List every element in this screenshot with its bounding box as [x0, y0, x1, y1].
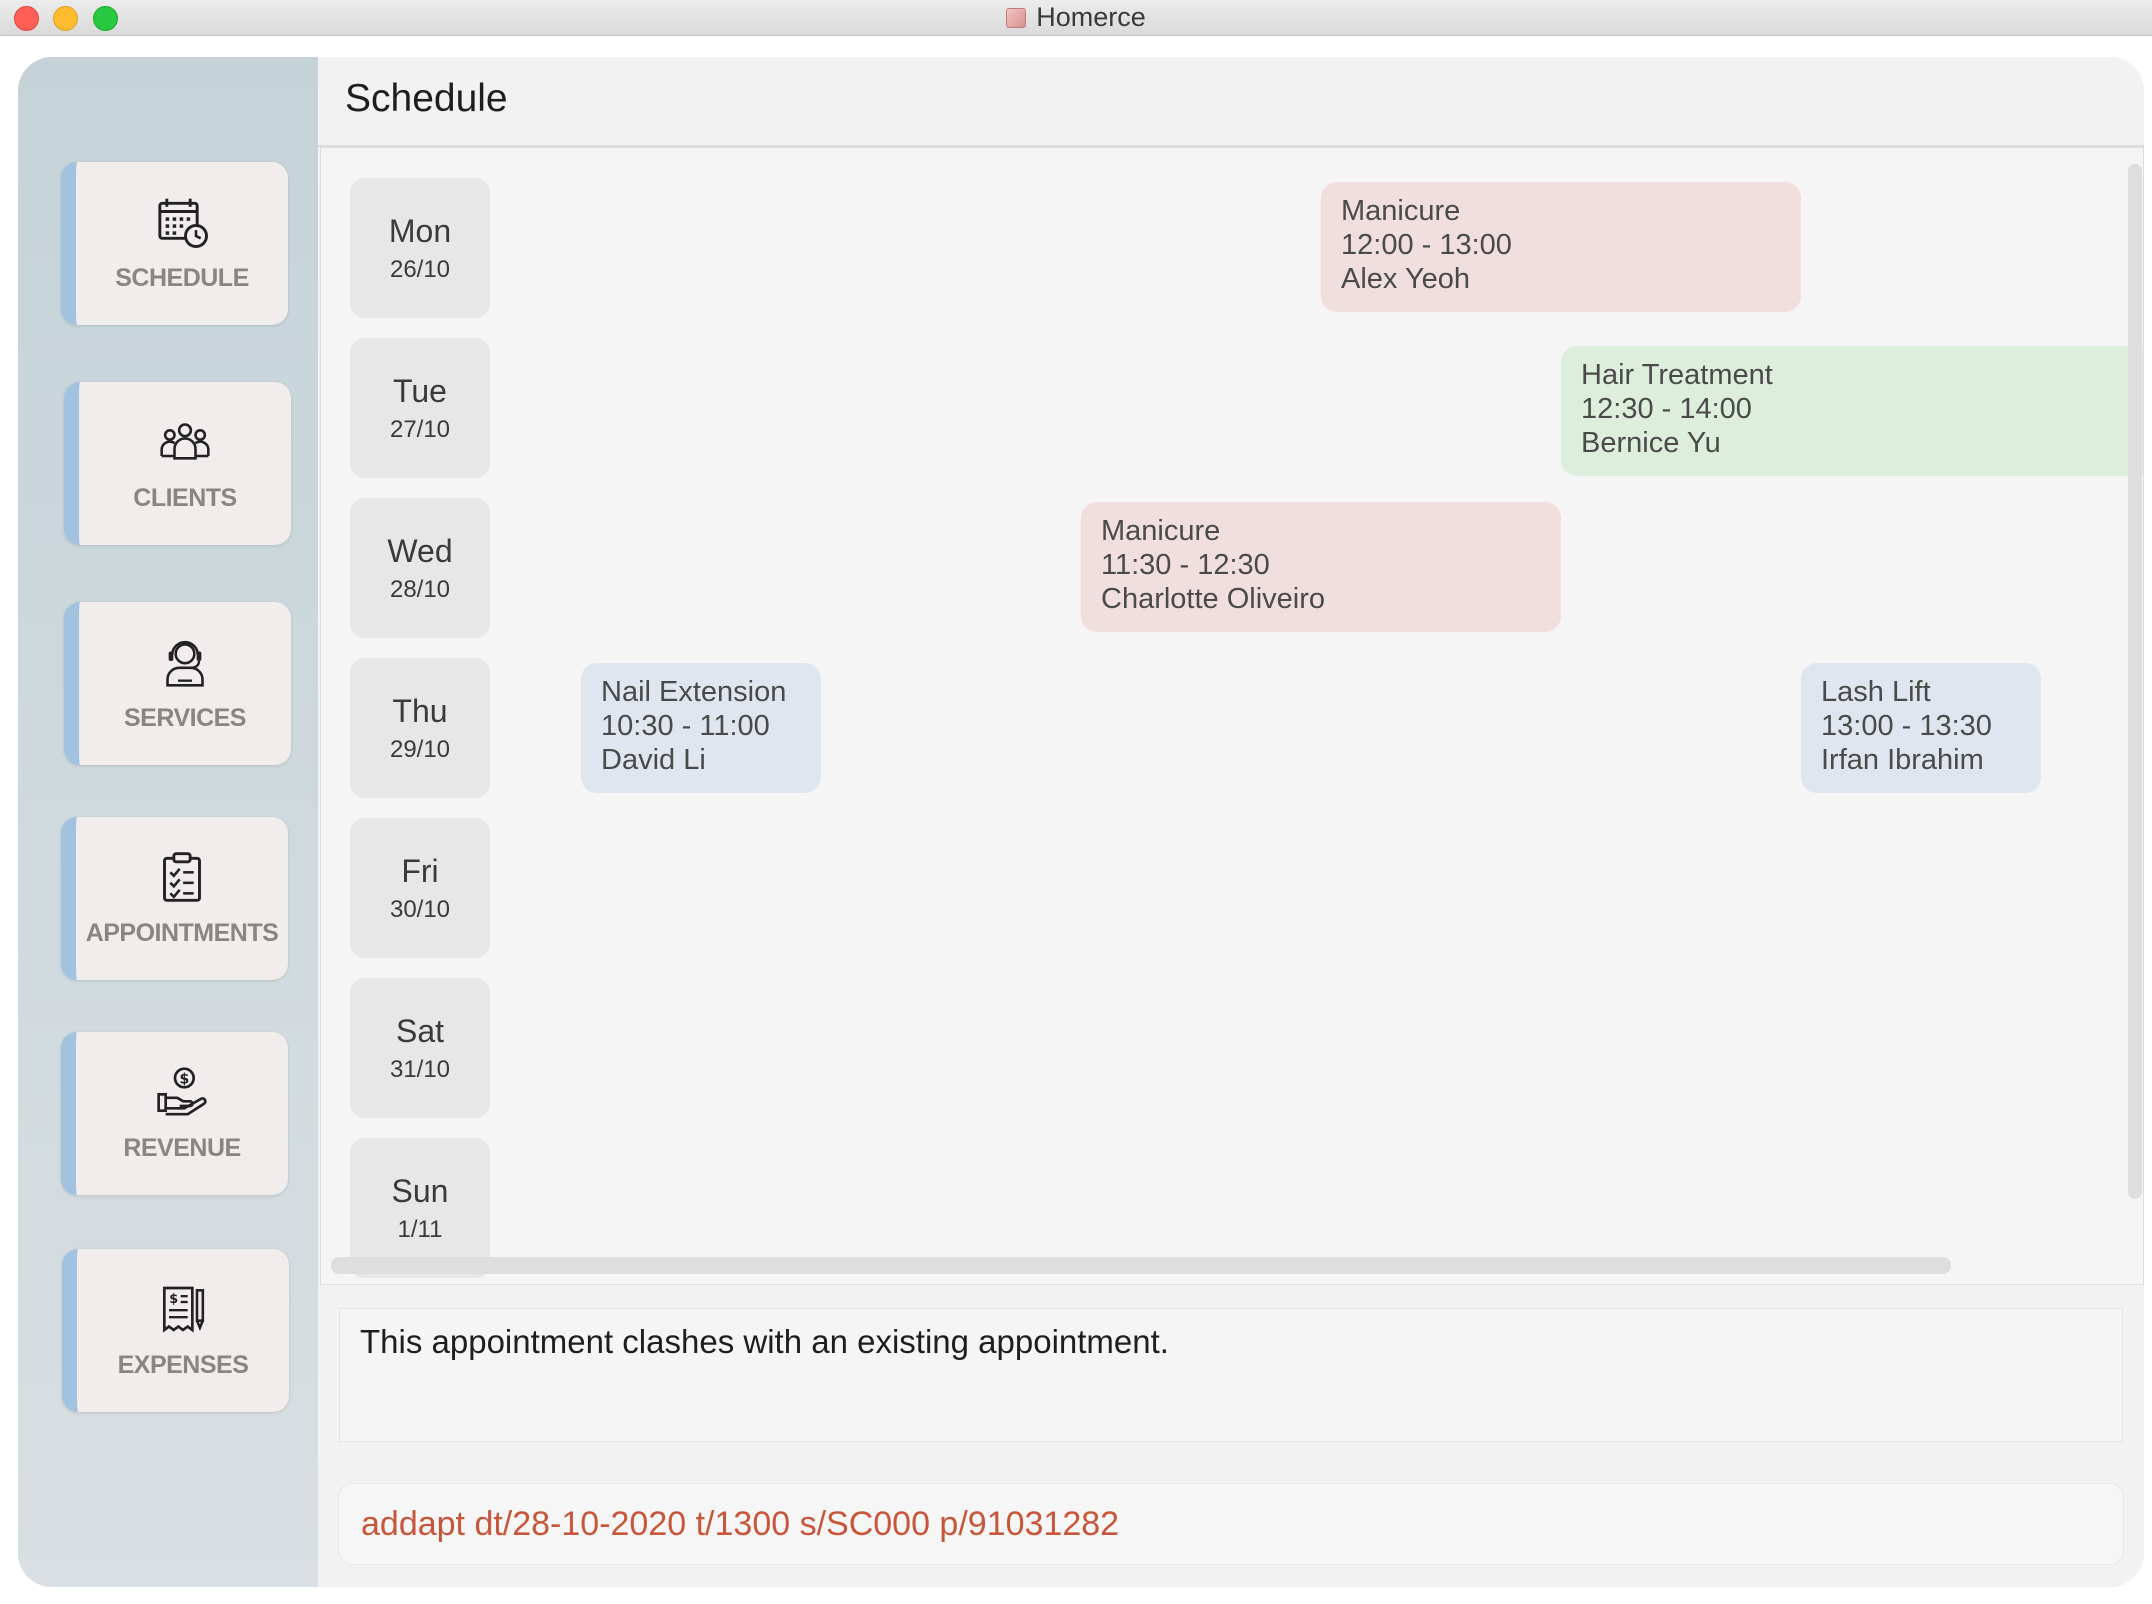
appointment-time: 13:00 - 13:30 [1821, 710, 1992, 742]
appointment-card[interactable]: Lash Lift 13:00 - 13:30 Irfan Ibrahim [1801, 663, 2041, 793]
nav-appointments-label: APPOINTMENTS [85, 919, 279, 947]
day-label-sat: Sat 31/10 [350, 978, 490, 1118]
day-label-thu: Thu 29/10 [350, 658, 490, 798]
result-display: This appointment clashes with an existin… [339, 1308, 2123, 1442]
appointment-card[interactable]: Manicure 11:30 - 12:30 Charlotte Oliveir… [1081, 502, 1561, 632]
nav-expenses-label: EXPENSES [117, 1351, 249, 1379]
appointment-service: Manicure [1101, 515, 1221, 547]
nav-revenue-label: REVENUE [123, 1134, 241, 1162]
appointment-client: Irfan Ibrahim [1821, 744, 1984, 776]
window-title: Homerce [1036, 2, 1146, 32]
appointment-service: Hair Treatment [1581, 359, 1773, 391]
appointment-client: Bernice Yu [1581, 427, 1721, 459]
day-name: Thu [392, 692, 448, 729]
appointment-service: Nail Extension [601, 676, 787, 708]
day-date: 31/10 [389, 1055, 451, 1083]
nav-services-label: SERVICES [124, 704, 246, 732]
day-name: Mon [388, 212, 452, 249]
day-date: 29/10 [389, 735, 451, 763]
nav-expenses-button[interactable]: $ EXPENSES [62, 1249, 289, 1412]
day-name: Fri [401, 852, 439, 889]
appointment-time: 12:30 - 14:00 [1581, 393, 1752, 425]
nav-revenue-button[interactable]: $ REVENUE [61, 1032, 288, 1195]
svg-text:$: $ [179, 1071, 189, 1087]
nav-schedule-button[interactable]: SCHEDULE [61, 162, 288, 325]
appointment-time: 10:30 - 11:00 [601, 710, 770, 742]
appointment-card[interactable]: Nail Extension 10:30 - 11:00 David Li [581, 663, 821, 793]
calendar-clock-icon [158, 198, 208, 248]
schedule-panel[interactable]: Mon 26/10 Tue 27/10 Wed 28/10 Thu 29/10 … [320, 147, 2144, 1285]
day-date: 28/10 [389, 575, 451, 603]
appointment-client: David Li [601, 744, 706, 776]
day-name: Sun [391, 1172, 449, 1209]
day-name: Sat [395, 1012, 445, 1049]
nav-schedule-label: SCHEDULE [115, 264, 249, 292]
day-name: Tue [393, 372, 447, 409]
day-date: 30/10 [389, 895, 451, 923]
app-icon [1006, 7, 1027, 28]
main-panel: Schedule Mon 26/10 Tue 27/10 Wed 28/10 T… [318, 57, 2144, 1587]
page-title: Schedule [345, 77, 508, 120]
day-label-mon: Mon 26/10 [350, 178, 490, 318]
day-date: 27/10 [389, 415, 451, 443]
appointment-time: 12:00 - 13:00 [1341, 229, 1512, 261]
headset-person-icon [166, 640, 204, 687]
result-message: This appointment clashes with an existin… [360, 1323, 1169, 1360]
appointment-card[interactable]: Hair Treatment 12:30 - 14:00 Bernice Yu [1561, 346, 2143, 476]
page-header: Schedule [318, 57, 2144, 147]
day-label-wed: Wed 28/10 [350, 498, 490, 638]
appointment-time: 11:30 - 12:30 [1101, 549, 1270, 581]
horizontal-scrollbar[interactable] [331, 1257, 1951, 1274]
day-date: 1/11 [397, 1215, 443, 1243]
sidebar: SCHEDULE CLIENTS SERVICES APPOINTMENTS $… [18, 57, 318, 1587]
vertical-scrollbar[interactable] [2128, 164, 2142, 1199]
command-box[interactable] [338, 1483, 2124, 1565]
command-input[interactable] [359, 1498, 2103, 1550]
title-bar: Homerce [0, 0, 2152, 36]
clipboard-check-icon [163, 852, 201, 902]
nav-appointments-button[interactable]: APPOINTMENTS [61, 817, 288, 980]
appointment-card[interactable]: Manicure 12:00 - 13:00 Alex Yeoh [1321, 182, 1801, 312]
day-date: 26/10 [389, 255, 451, 283]
hand-coin-icon: $ [157, 1067, 207, 1116]
appointment-client: Alex Yeoh [1341, 263, 1471, 295]
appointment-client: Charlotte Oliveiro [1101, 583, 1326, 615]
receipt-pen-icon: $ [162, 1286, 205, 1333]
people-icon [160, 423, 210, 460]
app-window: SCHEDULE CLIENTS SERVICES APPOINTMENTS $… [18, 57, 2144, 1587]
nav-clients-button[interactable]: CLIENTS [64, 382, 291, 545]
day-name: Wed [387, 532, 453, 569]
nav-clients-label: CLIENTS [133, 484, 237, 512]
appointment-service: Manicure [1341, 195, 1461, 227]
appointment-service: Lash Lift [1821, 676, 1931, 708]
day-label-fri: Fri 30/10 [350, 818, 490, 958]
svg-text:$: $ [169, 1292, 178, 1307]
day-label-tue: Tue 27/10 [350, 338, 490, 478]
nav-services-button[interactable]: SERVICES [64, 602, 291, 765]
